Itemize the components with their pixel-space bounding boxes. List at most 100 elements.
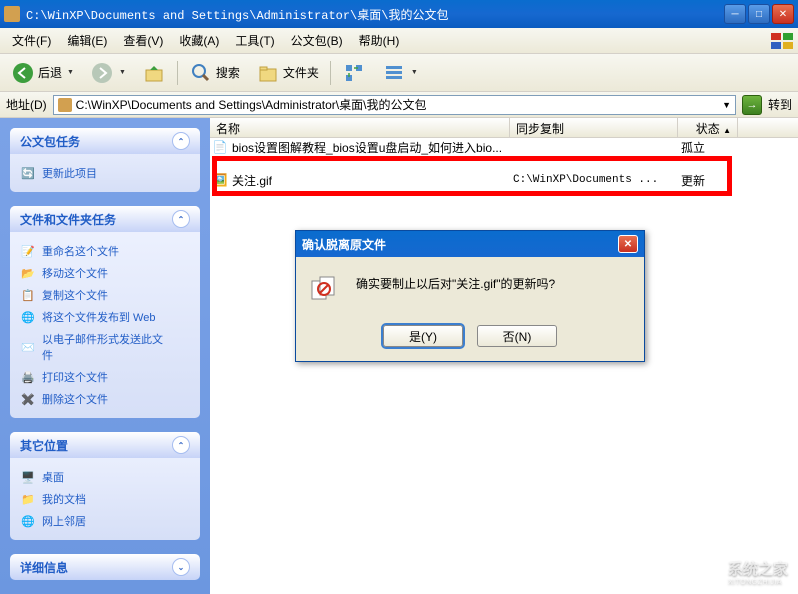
go-label: 转到 [768, 96, 792, 113]
dialog-titlebar[interactable]: 确认脱离原文件 ✕ [296, 231, 644, 257]
menu-help[interactable]: 帮助(H) [351, 32, 408, 49]
documents-icon: 📁 [20, 491, 36, 507]
confirm-dialog: 确认脱离原文件 ✕ 确实要制止以后对"关注.gif"的更新吗? 是(Y) 否(N… [295, 230, 645, 362]
panel-title: 详细信息 [20, 559, 68, 576]
chevron-down-icon: ▼ [119, 69, 126, 76]
panel-header[interactable]: 详细信息 ⌄ [10, 554, 200, 580]
file-row[interactable]: 🖼️ 关注.gif C:\WinXP\Documents ... 更新 [210, 171, 798, 189]
collapse-icon[interactable]: ⌃ [172, 436, 190, 454]
collapse-icon[interactable]: ⌃ [172, 210, 190, 228]
up-button[interactable] [137, 58, 171, 88]
email-file-link[interactable]: ✉️以电子邮件形式发送此文件 [20, 328, 190, 366]
yes-button[interactable]: 是(Y) [383, 325, 463, 347]
chevron-down-icon: ▼ [411, 69, 418, 76]
documents-pair-icon [310, 275, 342, 307]
link-label: 网上邻居 [42, 513, 86, 529]
desktop-link[interactable]: 🖥️桌面 [20, 466, 190, 488]
update-item-link[interactable]: 🔄 更新此项目 [20, 162, 190, 184]
sync-icon [342, 61, 366, 85]
refresh-icon: 🔄 [20, 165, 36, 181]
toolbar: 后退 ▼ ▼ 搜索 文件夹 ▼ [0, 54, 798, 92]
search-label: 搜索 [216, 64, 240, 81]
panel-title: 公文包任务 [20, 133, 80, 150]
briefcase-icon [58, 98, 72, 112]
delete-file-link[interactable]: ✖️删除这个文件 [20, 388, 190, 410]
sync-button[interactable] [337, 58, 371, 88]
search-icon [189, 61, 213, 85]
window-title: C:\WinXP\Documents and Settings\Administ… [26, 6, 724, 23]
details-panel: 详细信息 ⌄ [10, 554, 200, 580]
dialog-message: 确实要制止以后对"关注.gif"的更新吗? [356, 275, 555, 307]
column-status[interactable]: 状态 ▲ [678, 118, 738, 137]
column-sync[interactable]: 同步复制 [510, 118, 678, 137]
menu-edit[interactable]: 编辑(E) [59, 32, 115, 49]
link-label: 我的文档 [42, 491, 86, 507]
panel-header[interactable]: 公文包任务 ⌃ [10, 128, 200, 154]
link-label: 复制这个文件 [42, 287, 108, 303]
panel-header[interactable]: 其它位置 ⌃ [10, 432, 200, 458]
link-label: 重命名这个文件 [42, 243, 119, 259]
publish-web-link[interactable]: 🌐将这个文件发布到 Web [20, 306, 190, 328]
move-file-link[interactable]: 📂移动这个文件 [20, 262, 190, 284]
network-places-link[interactable]: 🌐 网上邻居 [20, 510, 190, 532]
dialog-close-button[interactable]: ✕ [618, 235, 638, 253]
window-titlebar: C:\WinXP\Documents and Settings\Administ… [0, 0, 798, 28]
menu-file[interactable]: 文件(F) [4, 32, 59, 49]
column-name[interactable]: 名称 [210, 118, 510, 137]
back-button[interactable]: 后退 ▼ [6, 58, 79, 88]
image-icon: 🖼️ [212, 173, 228, 187]
maximize-button[interactable]: □ [748, 4, 770, 24]
print-icon: 🖨️ [20, 369, 36, 385]
forward-button[interactable]: ▼ [85, 58, 131, 88]
folder-up-icon [142, 61, 166, 85]
link-label: 删除这个文件 [42, 391, 108, 407]
menu-tools[interactable]: 工具(T) [227, 32, 282, 49]
address-label: 地址(D) [6, 96, 47, 113]
menu-view[interactable]: 查看(V) [115, 32, 171, 49]
other-places-panel: 其它位置 ⌃ 🖥️桌面 📁 我的文档 🌐 网上邻居 [10, 432, 200, 540]
expand-icon[interactable]: ⌄ [172, 558, 190, 576]
folders-button[interactable]: 文件夹 [251, 58, 324, 88]
link-label: 将这个文件发布到 Web [42, 309, 155, 325]
panel-title: 文件和文件夹任务 [20, 211, 116, 228]
copy-icon: 📋 [20, 287, 36, 303]
address-bar: 地址(D) C:\WinXP\Documents and Settings\Ad… [0, 92, 798, 118]
my-documents-link[interactable]: 📁 我的文档 [20, 488, 190, 510]
network-icon: 🌐 [20, 513, 36, 529]
back-label: 后退 [38, 64, 62, 81]
link-label: 更新此项目 [42, 165, 97, 181]
close-button[interactable]: ✕ [772, 4, 794, 24]
desktop-icon: 🖥️ [20, 469, 36, 485]
menu-favorites[interactable]: 收藏(A) [171, 32, 227, 49]
address-path: C:\WinXP\Documents and Settings\Administ… [76, 96, 718, 113]
link-label: 打印这个文件 [42, 369, 108, 385]
search-button[interactable]: 搜索 [184, 58, 245, 88]
folders-label: 文件夹 [283, 64, 319, 81]
views-button[interactable]: ▼ [377, 58, 423, 88]
go-button[interactable]: → [742, 95, 762, 115]
watermark-text: 系统之家 [728, 558, 788, 579]
copy-file-link[interactable]: 📋 复制这个文件 [20, 284, 190, 306]
address-input[interactable]: C:\WinXP\Documents and Settings\Administ… [53, 95, 736, 115]
menu-briefcase[interactable]: 公文包(B) [283, 32, 351, 49]
rename-icon: 📝 [20, 243, 36, 259]
column-headers: 名称 同步复制 状态 ▲ [210, 118, 798, 138]
no-button[interactable]: 否(N) [477, 325, 557, 347]
file-sync: C:\WinXP\Documents ... [513, 174, 681, 186]
link-label: 以电子邮件形式发送此文件 [42, 331, 172, 363]
windows-logo-icon [770, 32, 794, 50]
tasks-sidebar: 公文包任务 ⌃ 🔄 更新此项目 文件和文件夹任务 ⌃ 📝 重命名这个文件 📂移动这… [0, 118, 210, 594]
collapse-icon[interactable]: ⌃ [172, 132, 190, 150]
minimize-button[interactable]: ─ [724, 4, 746, 24]
toolbar-separator [330, 61, 331, 85]
chevron-down-icon[interactable]: ▼ [722, 100, 731, 110]
panel-title: 其它位置 [20, 437, 68, 454]
rename-file-link[interactable]: 📝 重命名这个文件 [20, 240, 190, 262]
panel-header[interactable]: 文件和文件夹任务 ⌃ [10, 206, 200, 232]
watermark: 系统之家 XITONGZHIJIA [696, 558, 788, 586]
sort-arrow-icon: ▲ [723, 126, 731, 135]
chevron-down-icon: ▼ [67, 69, 74, 76]
back-arrow-icon [11, 61, 35, 85]
print-file-link[interactable]: 🖨️ 打印这个文件 [20, 366, 190, 388]
file-row[interactable]: 📄 bios设置图解教程_bios设置u盘启动_如何进入bio... 孤立 [210, 138, 798, 156]
